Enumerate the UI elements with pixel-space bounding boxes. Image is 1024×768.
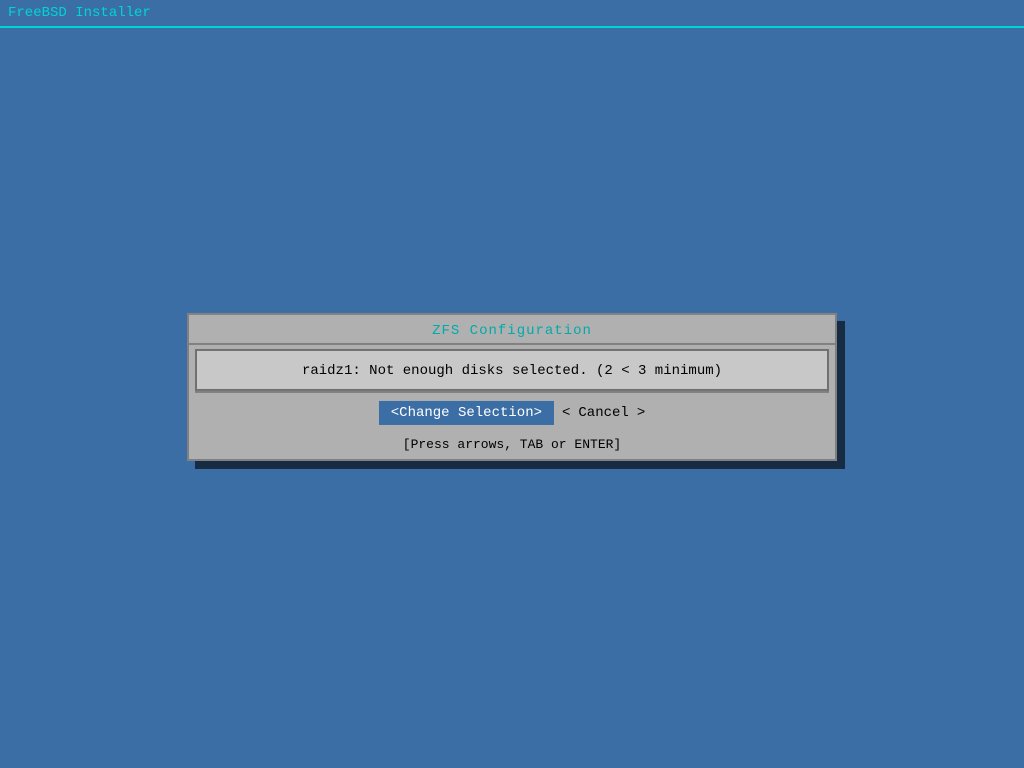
dialog-hint-bar: [Press arrows, TAB or ENTER] [189,431,835,459]
dialog-message-area: raidz1: Not enough disks selected. (2 < … [195,349,829,391]
dialog-box: ZFS Configuration raidz1: Not enough dis… [187,313,837,461]
cancel-left-bracket: < [562,405,570,421]
dialog-buttons-area: <Change Selection> < Cancel > [189,393,835,431]
app-title: FreeBSD Installer [8,5,151,21]
dialog-title: ZFS Configuration [432,323,592,339]
dialog-hint: [Press arrows, TAB or ENTER] [403,437,621,452]
dialog-title-bar: ZFS Configuration [189,315,835,345]
cancel-wrapper: < Cancel > [562,405,645,421]
change-selection-button[interactable]: <Change Selection> [379,401,554,425]
dialog-container: ZFS Configuration raidz1: Not enough dis… [187,313,837,461]
cancel-right-bracket: > [637,405,645,421]
dialog-message: raidz1: Not enough disks selected. (2 < … [302,363,722,379]
cancel-button[interactable]: Cancel [570,405,636,421]
title-bar: FreeBSD Installer [0,0,1024,28]
